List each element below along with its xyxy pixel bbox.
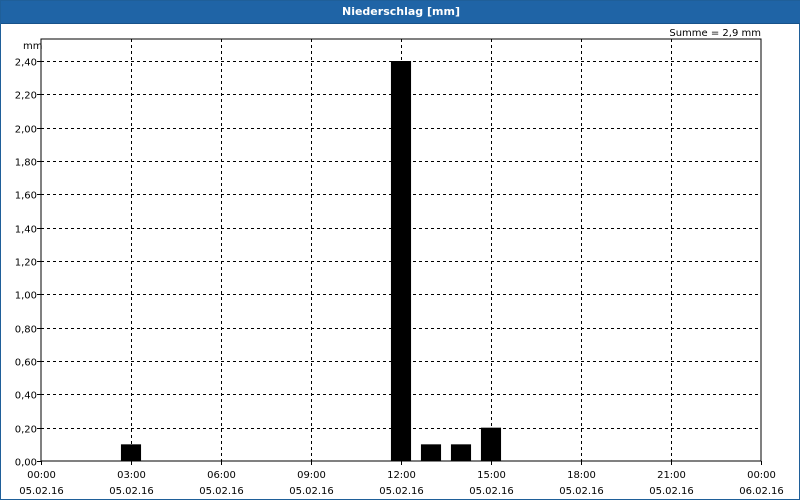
x-tick-label-date: 05.02.16 [199,486,244,497]
x-tick-label-time: 03:00 [117,470,146,481]
x-tick-label-date: 05.02.16 [649,486,694,497]
precipitation-bar [120,444,142,461]
y-tick-label: 0,60 [15,358,37,369]
x-tick-label-date: 05.02.16 [289,486,334,497]
y-tick-label: 0,00 [15,458,37,469]
y-tick-label: 2,00 [15,125,37,136]
y-tick-label: 1,20 [15,258,37,269]
y-tick-label: 2,40 [15,58,37,69]
x-tick-label-time: 06:00 [207,470,236,481]
y-tick-label: 2,20 [15,91,37,102]
x-tick-label-time: 00:00 [27,470,56,481]
precipitation-bar [480,427,502,461]
precipitation-bar [390,61,412,461]
y-tick-label: 0,80 [15,325,37,336]
precipitation-chart: 0,00 0,20 0,40 0,60 0,80 1,00 1,20 1,40 1,60 1,80… [15,38,784,497]
y-tick-label: 1,40 [15,225,37,236]
x-tick-label-date: 05.02.16 [19,486,64,497]
x-tick-label-date: 06.02.16 [739,486,784,497]
precipitation-bar [450,444,472,461]
x-tick-label-time: 15:00 [477,470,506,481]
x-tick-label-time: 18:00 [567,470,596,481]
x-tick-label-date: 05.02.16 [109,486,154,497]
precipitation-bar [420,444,442,461]
y-tick-label: 0,40 [15,391,37,402]
x-tick-label-time: 21:00 [657,470,686,481]
y-tick-label: 1,00 [15,291,37,302]
x-tick-label-time: 12:00 [387,470,416,481]
y-tick-label: 0,20 [15,425,37,436]
x-tick-label-date: 05.02.16 [379,486,424,497]
x-tick-label-date: 05.02.16 [559,486,604,497]
x-tick-label-date: 05.02.16 [469,486,514,497]
y-tick-label: 1,80 [15,158,37,169]
y-tick-label: 1,60 [15,191,37,202]
x-tick-label-time: 00:00 [747,470,776,481]
x-tick-label-time: 09:00 [297,470,326,481]
